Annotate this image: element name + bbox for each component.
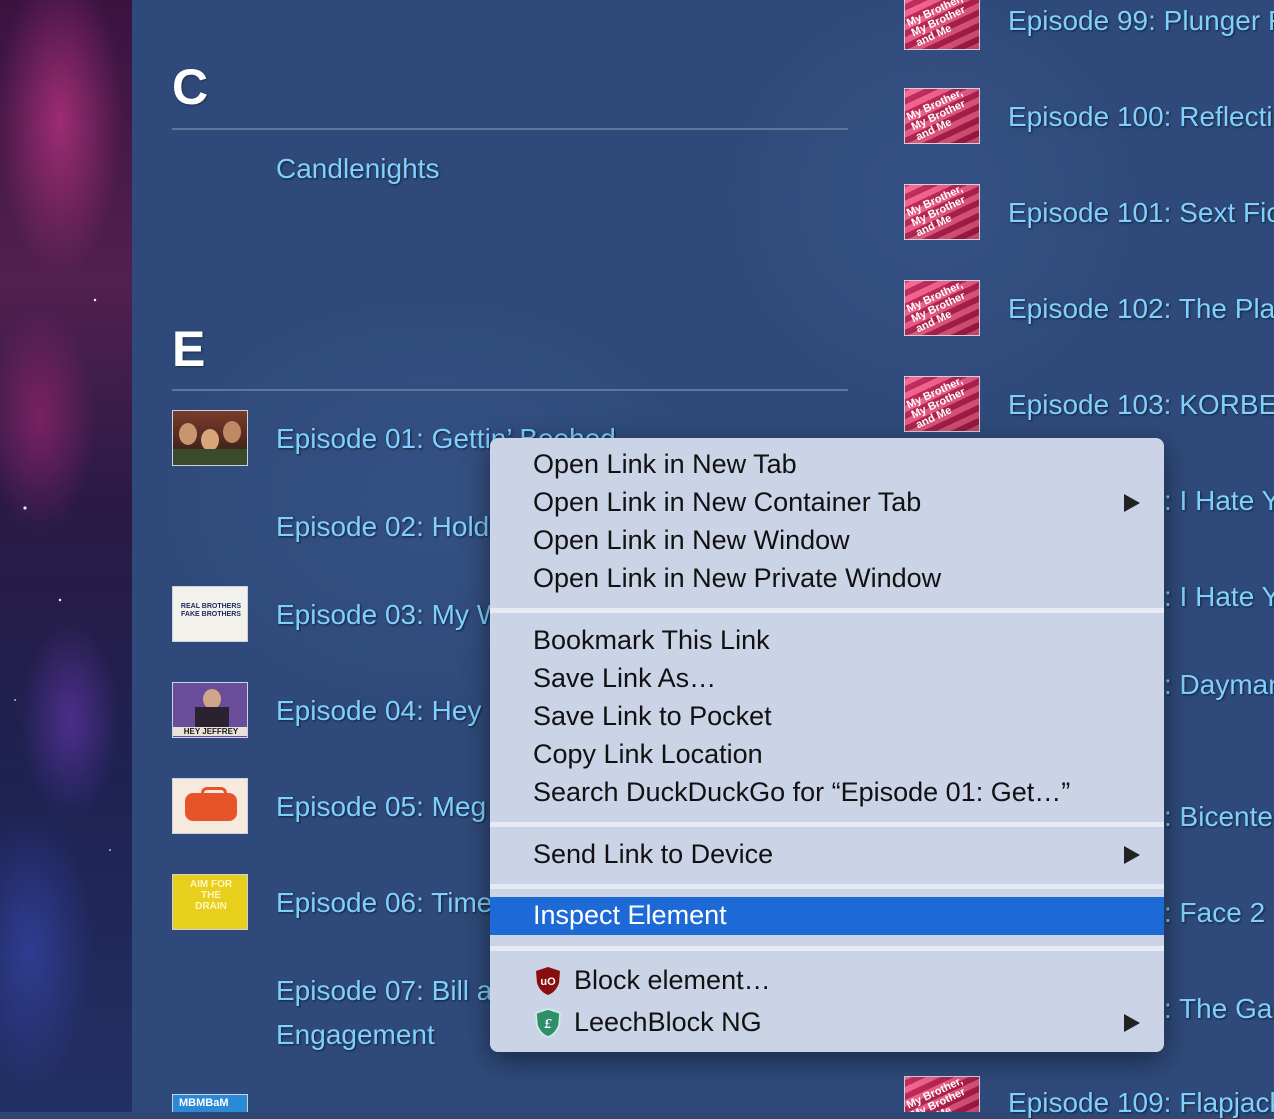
menu-leechblock[interactable]: £ LeechBlock NG — [490, 1004, 1164, 1040]
menu-separator — [490, 608, 1164, 613]
section-letter-e: E — [172, 321, 206, 377]
link-episode-06[interactable]: Episode 06: Time — [276, 887, 492, 919]
menu-open-new-window[interactable]: Open Link in New Window — [490, 522, 1164, 558]
link-candlenights[interactable]: Candlenights — [276, 153, 439, 185]
episode-thumbnail[interactable]: HEY JEFFREY — [172, 682, 248, 738]
link-episode-99[interactable]: Episode 99: Plunger F — [1008, 5, 1274, 37]
link-episode-100[interactable]: Episode 100: Reflecti — [1008, 101, 1273, 133]
link-episode-104[interactable]: : I Hate Y — [1164, 485, 1274, 517]
episode-thumbnail[interactable]: REAL BROTHERS FAKE BROTHERS — [172, 586, 248, 642]
mbmbam-thumbnail[interactable]: My Brother, My Brother and Me — [904, 88, 980, 144]
mbmbam-thumbnail[interactable]: My Brother, My Brother and Me — [904, 184, 980, 240]
mbmbam-thumbnail[interactable]: My Brother, My Brother and Me — [904, 376, 980, 432]
menu-separator — [490, 822, 1164, 827]
link-episode-109[interactable]: Episode 109: Flapjack — [1008, 1087, 1274, 1119]
menu-save-link-as[interactable]: Save Link As… — [490, 660, 1164, 696]
link-episode-108[interactable]: : Face 2 — [1164, 897, 1265, 929]
menu-separator — [490, 946, 1164, 951]
menu-open-container-tab[interactable]: Open Link in New Container Tab — [490, 484, 1164, 520]
link-episode-105[interactable]: : I Hate Y — [1164, 581, 1274, 613]
link-episode-04[interactable]: Episode 04: Hey — [276, 695, 481, 727]
menu-search-duckduckgo[interactable]: Search DuckDuckGo for “Episode 01: Get…” — [490, 774, 1164, 810]
link-episode-103[interactable]: Episode 103: KORBE — [1008, 389, 1274, 421]
episode-thumbnail[interactable] — [172, 778, 248, 834]
link-episode-05[interactable]: Episode 05: Meg — [276, 791, 486, 823]
menu-inspect-element[interactable]: Inspect Element — [490, 897, 1164, 935]
submenu-arrow-icon — [1124, 1014, 1140, 1032]
link-episode-102[interactable]: Episode 102: The Pla — [1008, 293, 1274, 325]
menu-open-private-window[interactable]: Open Link in New Private Window — [490, 560, 1164, 596]
mbmbam-thumbnail[interactable]: My Brother, My Brother and Me — [904, 0, 980, 50]
link-episode-02[interactable]: Episode 02: Hold — [276, 511, 489, 543]
svg-text:£: £ — [544, 1017, 553, 1032]
submenu-arrow-icon — [1124, 494, 1140, 512]
episode-thumbnail[interactable] — [172, 410, 248, 466]
menu-bookmark-link[interactable]: Bookmark This Link — [490, 622, 1164, 658]
menu-save-to-pocket[interactable]: Save Link to Pocket — [490, 698, 1164, 734]
leechblock-icon: £ — [535, 1008, 561, 1038]
mbmbam-thumbnail[interactable]: My Brother, My Brother and Me — [904, 1076, 980, 1112]
menu-open-new-tab[interactable]: Open Link in New Tab — [490, 446, 1164, 482]
episode-thumbnail[interactable]: AIM FOR THE DRAIN — [172, 874, 248, 930]
ublock-icon: uO — [536, 967, 560, 995]
episode-thumbnail[interactable]: MBMBaM — [172, 1094, 248, 1112]
link-episode-107[interactable]: : Bicente — [1164, 801, 1273, 833]
section-divider — [172, 128, 848, 130]
link-episode-03[interactable]: Episode 03: My W — [276, 599, 503, 631]
menu-copy-link-location[interactable]: Copy Link Location — [490, 736, 1164, 772]
link-episode-07-line2[interactable]: Engagement — [276, 1019, 435, 1051]
menu-block-element[interactable]: uO Block element… — [490, 962, 1164, 998]
menu-send-link-to-device[interactable]: Send Link to Device — [490, 836, 1164, 872]
mbmbam-thumbnail[interactable]: My Brother, My Brother and Me — [904, 280, 980, 336]
svg-text:uO: uO — [540, 976, 556, 988]
link-episode-108b[interactable]: : The Gar — [1164, 993, 1274, 1025]
section-divider — [172, 389, 848, 391]
link-episode-101[interactable]: Episode 101: Sext Fic — [1008, 197, 1274, 229]
menu-separator — [490, 884, 1164, 889]
link-episode-106[interactable]: : Dayman — [1164, 669, 1274, 701]
section-letter-c: C — [172, 59, 209, 115]
context-menu: Open Link in New Tab Open Link in New Co… — [490, 438, 1164, 1052]
submenu-arrow-icon — [1124, 846, 1140, 864]
galaxy-sidebar-background — [0, 0, 133, 1112]
link-episode-07[interactable]: Episode 07: Bill a — [276, 975, 492, 1007]
